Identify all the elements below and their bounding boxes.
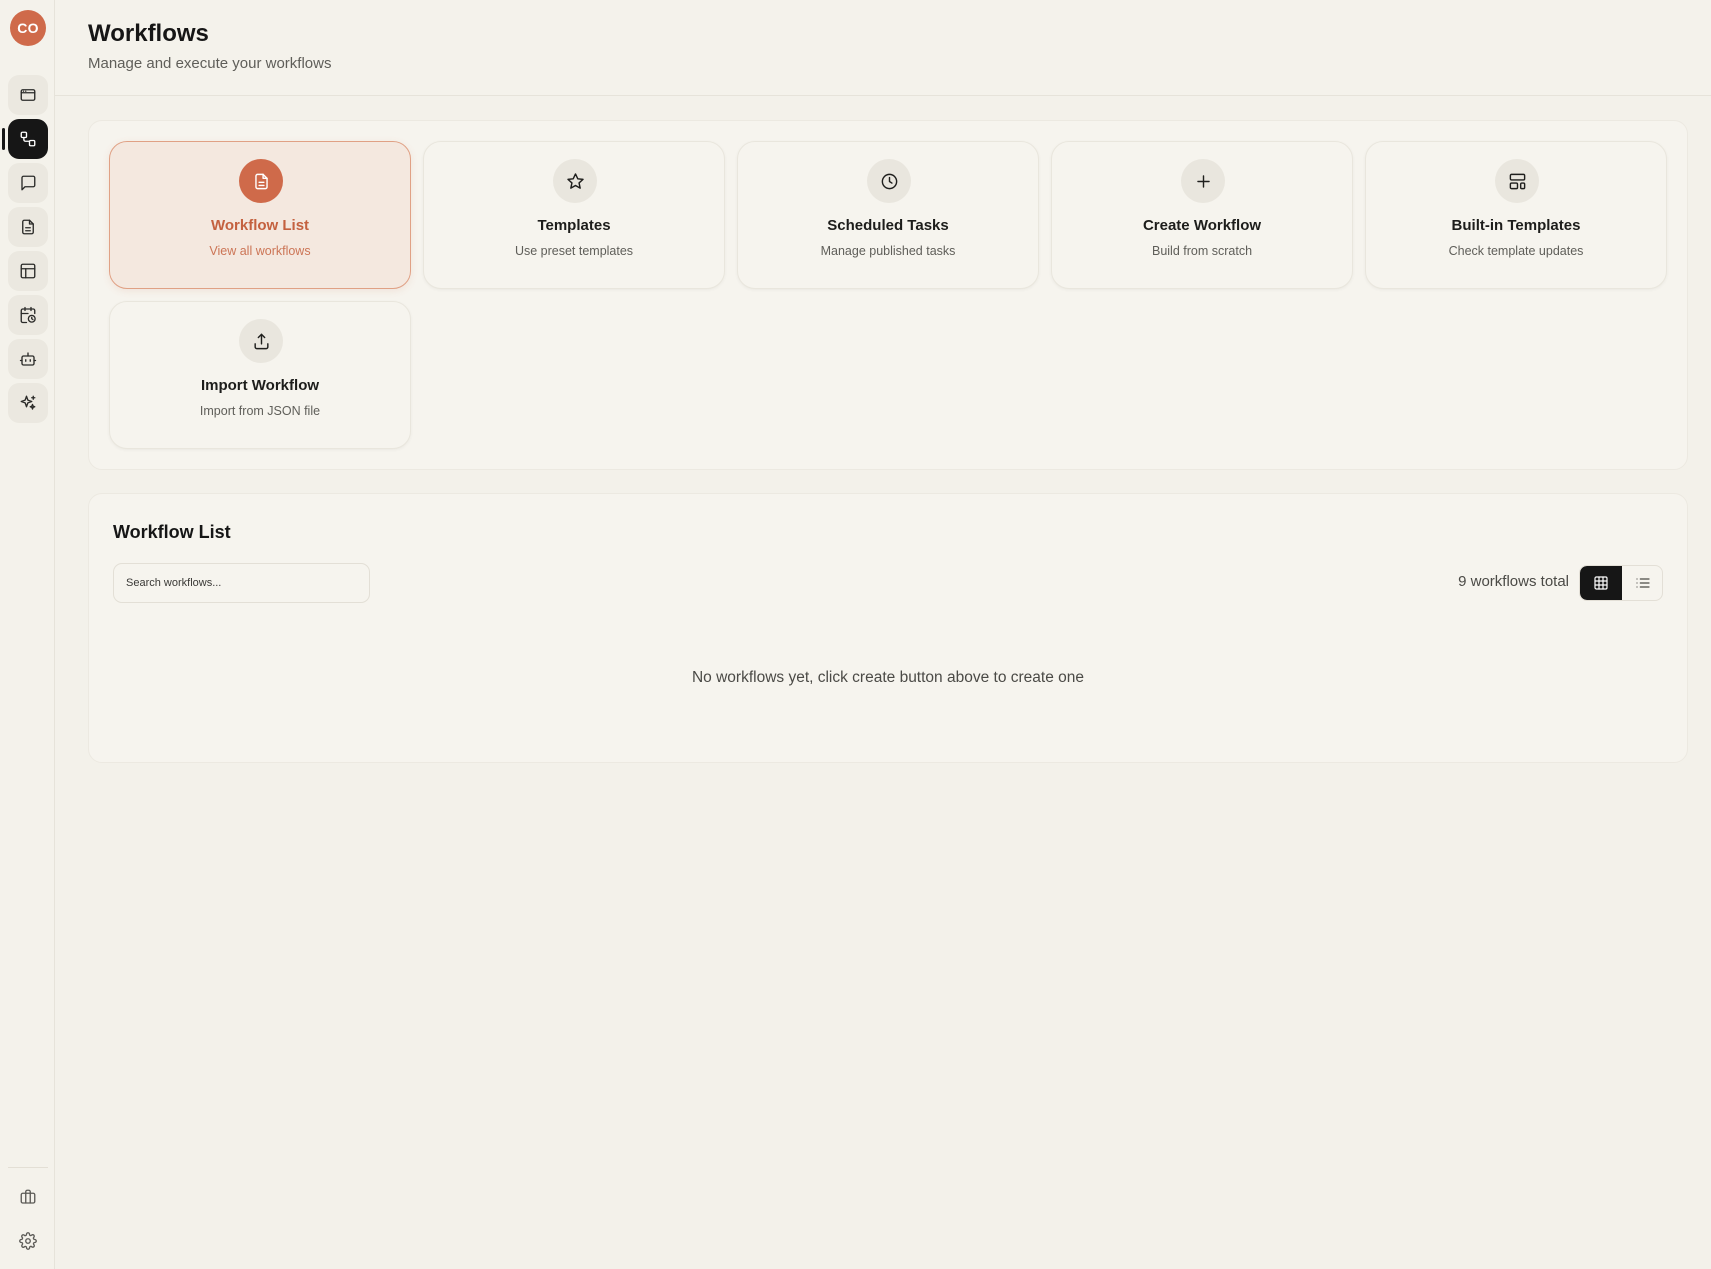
action-description: Use preset templates [514,244,634,258]
sidebar-item-workspace[interactable] [10,1179,46,1215]
sidebar-item-documents[interactable] [8,207,48,247]
action-card-import-workflow[interactable]: Import Workflow Import from JSON file [109,301,411,449]
action-icon-container [1181,159,1225,203]
star-icon [566,172,584,189]
empty-state-message: No workflows yet, click create button ab… [691,669,1084,686]
action-icon-container [553,159,597,203]
sidebar-item-ai[interactable] [8,383,48,423]
action-card-templates[interactable]: Templates Use preset templates [423,141,725,289]
action-description: View all workflows [209,244,311,258]
action-description: Build from scratch [1151,244,1253,258]
page-header: Workflows Manage and execute your workfl… [55,0,1711,96]
plus-icon [1196,174,1210,188]
document-icon [22,219,34,235]
action-icon-container [867,159,911,203]
sidebar-item-chat[interactable] [8,163,48,203]
action-card-create-workflow[interactable]: Create Workflow Build from scratch [1051,141,1353,289]
action-icon-container [239,159,283,203]
action-title: Built-in Templates [1451,217,1581,234]
sparkles-icon [20,395,36,410]
list-icon [1636,578,1650,588]
user-avatar[interactable]: CO [10,10,46,46]
grid-icon [1594,576,1608,590]
page-title: Workflows [88,20,209,47]
action-title: Import Workflow [200,377,320,394]
action-card-built-in-templates[interactable]: Built-in Templates Check template update… [1365,141,1667,289]
document-icon [254,173,268,189]
clock-icon [881,173,897,189]
workflow-count: 9 workflows total [1458,573,1569,590]
action-title: Workflow List [210,217,310,234]
actions-panel: Workflow List View all workflows Templat… [88,120,1688,470]
grid-view-button[interactable] [1580,566,1622,600]
workflow-nodes-icon [20,131,36,147]
list-view-button[interactable] [1622,566,1662,600]
action-icon-container [239,319,283,363]
action-description: Manage published tasks [820,244,956,258]
browser-window-icon [20,89,36,101]
sidebar-divider [8,1167,48,1168]
calendar-clock-icon [20,306,36,324]
upload-icon [253,333,269,349]
action-card-scheduled-tasks[interactable]: Scheduled Tasks Manage published tasks [737,141,1039,289]
action-card-workflow-list[interactable]: Workflow List View all workflows [109,141,411,289]
sidebar: CO [0,0,55,1269]
action-description: Import from JSON file [199,404,321,418]
action-title: Create Workflow [1142,217,1262,234]
sidebar-item-workflows[interactable] [8,119,48,159]
gear-icon [19,1232,37,1250]
briefcase-icon [20,1189,36,1204]
chat-bubble-icon [21,175,36,191]
page-subtitle: Manage and execute your workflows [88,55,332,72]
sidebar-item-schedule[interactable] [8,295,48,335]
sidebar-item-browser[interactable] [8,75,48,115]
layout-template-icon [1509,173,1525,189]
view-mode-toggle [1579,565,1663,601]
active-nav-indicator [2,128,5,150]
sidebar-item-agents[interactable] [8,339,48,379]
table-layout-icon [20,263,36,279]
action-icon-container [1495,159,1539,203]
workflow-list-panel: Workflow List 9 workflows total No workf… [88,493,1688,763]
action-title: Templates [537,217,611,234]
sidebar-item-tables[interactable] [8,251,48,291]
search-input[interactable] [113,563,370,603]
section-title: Workflow List [113,522,231,542]
action-title: Scheduled Tasks [827,217,949,234]
action-description: Check template updates [1448,244,1584,258]
sidebar-item-settings[interactable] [10,1223,46,1259]
robot-icon [19,352,37,366]
